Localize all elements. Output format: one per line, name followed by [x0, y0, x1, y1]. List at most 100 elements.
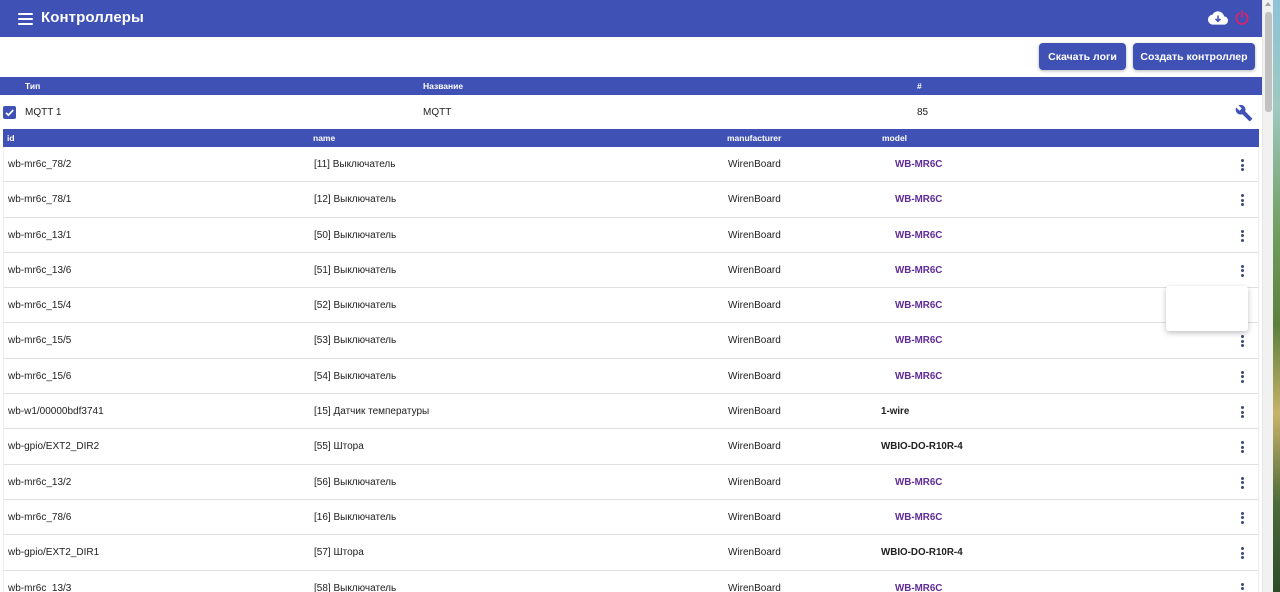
device-model[interactable]: WB-MR6C: [895, 371, 942, 382]
more-vert-icon[interactable]: [1238, 475, 1246, 491]
cloud-icon[interactable]: [1208, 10, 1228, 26]
download-logs-button[interactable]: Скачать логи: [1039, 43, 1126, 70]
row-actions-menu[interactable]: [1166, 286, 1248, 331]
device-name: [53] Выключатель: [314, 335, 397, 347]
device-id: wb-mr6c_13/1: [8, 229, 72, 241]
table-row[interactable]: wb-mr6c_78/6 [16] Выключатель WirenBoard WB…: [3, 499, 1259, 536]
device-name: [52] Выключатель: [314, 300, 397, 312]
device-id: wb-mr6c_78/6: [8, 511, 72, 523]
table-row[interactable]: wb-mr6c_13/1 [50] Выключатель WirenBoard WB…: [3, 217, 1259, 253]
page-scrollbar[interactable]: [1262, 0, 1273, 592]
device-id: wb-mr6c_15/5: [8, 335, 72, 347]
more-vert-icon[interactable]: [1238, 333, 1246, 349]
scrollbar-thumb[interactable]: [1265, 12, 1272, 112]
more-vert-icon[interactable]: [1238, 369, 1246, 385]
more-vert-icon[interactable]: [1238, 192, 1246, 208]
controller-row[interactable]: MQTT 1 MQTT 85: [0, 95, 1262, 129]
device-manufacturer: WirenBoard: [728, 511, 781, 523]
device-name: [50] Выключатель: [314, 229, 397, 241]
device-manufacturer: WirenBoard: [728, 441, 781, 453]
device-manufacturer: WirenBoard: [728, 476, 781, 488]
more-vert-icon[interactable]: [1238, 157, 1246, 173]
table-row[interactable]: wb-mr6c_78/1 [12] Выключатель WirenBoard WB…: [3, 182, 1259, 218]
table-row[interactable]: wb-mr6c_15/6 [54] Выключатель WirenBoard WB…: [3, 358, 1259, 395]
device-name: [16] Выключатель: [314, 511, 397, 523]
table-row[interactable]: wb-mr6c_13/3 [58] Выключатель WirenBoard WB…: [3, 570, 1259, 592]
more-vert-icon[interactable]: [1238, 228, 1246, 244]
device-id: wb-mr6c_13/6: [8, 264, 72, 276]
page-title: Контроллеры: [41, 9, 144, 26]
column-header-name: Название: [423, 81, 464, 91]
controller-type: MQTT 1: [25, 107, 62, 118]
device-model[interactable]: WB-MR6C: [895, 159, 942, 170]
device-model: WBIO-DO-R10R-4: [881, 547, 963, 559]
device-name: [51] Выключатель: [314, 264, 397, 276]
more-vert-icon[interactable]: [1238, 510, 1246, 526]
device-model[interactable]: WB-MR6C: [895, 230, 942, 241]
device-id: wb-w1/00000bdf3741: [8, 406, 104, 418]
more-vert-icon[interactable]: [1238, 581, 1246, 592]
top-app-bar: Контроллеры: [0, 0, 1262, 37]
wrench-icon[interactable]: [1235, 104, 1253, 122]
more-vert-icon[interactable]: [1238, 263, 1246, 279]
device-manufacturer: WirenBoard: [728, 300, 781, 312]
device-id: wb-mr6c_15/6: [8, 370, 72, 382]
controller-checkbox[interactable]: [3, 106, 16, 119]
table-row[interactable]: wb-gpio/EXT2_DIR1 [57] Штора WirenBoard WBI…: [3, 535, 1259, 571]
more-vert-icon[interactable]: [1238, 545, 1246, 561]
desktop-background: [1273, 0, 1280, 592]
table-row[interactable]: wb-mr6c_15/4 [52] Выключатель WirenBoard WB…: [3, 288, 1259, 324]
device-name: [55] Штора: [314, 441, 364, 453]
device-name: [12] Выключатель: [314, 194, 397, 206]
more-vert-icon[interactable]: [1238, 439, 1246, 455]
device-manufacturer: WirenBoard: [728, 264, 781, 276]
table-row[interactable]: wb-gpio/EXT2_DIR2 [55] Штора WirenBoard WBI…: [3, 429, 1259, 465]
device-model[interactable]: WB-MR6C: [895, 335, 942, 346]
device-manufacturer: WirenBoard: [728, 547, 781, 559]
column-header-manufacturer: manufacturer: [727, 133, 782, 143]
column-header-device-name: name: [313, 133, 336, 143]
column-header-model: model: [882, 133, 908, 143]
table-row[interactable]: wb-w1/00000bdf3741 [15] Датчик температур…: [3, 394, 1259, 430]
device-name: [57] Штора: [314, 547, 364, 559]
create-controller-button[interactable]: Создать контроллер: [1133, 43, 1255, 70]
table-row[interactable]: wb-mr6c_13/6 [51] Выключатель WirenBoard WB…: [3, 252, 1259, 289]
device-manufacturer: WirenBoard: [728, 406, 781, 418]
device-model: WBIO-DO-R10R-4: [881, 441, 963, 453]
menu-icon[interactable]: [18, 11, 33, 25]
device-model[interactable]: WB-MR6C: [895, 512, 942, 523]
device-name: [11] Выключатель: [314, 159, 396, 170]
device-model[interactable]: WB-MR6C: [895, 300, 942, 311]
column-header-id: id: [7, 133, 15, 143]
device-id: wb-mr6c_13/3: [8, 582, 72, 592]
table-row[interactable]: wb-mr6c_78/2 [11] Выключатель WirenBoard WB…: [3, 147, 1259, 183]
device-id: wb-mr6c_15/4: [8, 300, 72, 312]
table-row[interactable]: wb-mr6c_13/2 [56] Выключатель WirenBoard WB…: [3, 464, 1259, 500]
device-model[interactable]: WB-MR6C: [895, 477, 942, 488]
device-id: wb-mr6c_13/2: [8, 476, 72, 488]
device-id: wb-mr6c_78/2: [8, 159, 72, 170]
power-icon[interactable]: [1234, 10, 1250, 26]
scroll-up-arrow-icon[interactable]: [1265, 2, 1271, 6]
devices-table-header: id name manufacturer model: [3, 129, 1259, 147]
devices-table-body: wb-mr6c_78/2 [11] Выключатель WirenBoard WB…: [3, 147, 1259, 592]
device-model: 1-wire: [881, 406, 910, 418]
controller-number: 85: [917, 107, 929, 118]
device-manufacturer: WirenBoard: [728, 582, 781, 592]
device-id: wb-mr6c_78/1: [8, 194, 72, 206]
device-model[interactable]: WB-MR6C: [895, 583, 942, 592]
device-manufacturer: WirenBoard: [728, 194, 781, 206]
device-name: [54] Выключатель: [314, 370, 397, 382]
column-header-number: #: [917, 81, 922, 91]
device-manufacturer: WirenBoard: [728, 159, 781, 170]
controller-name: MQTT: [423, 107, 452, 118]
device-model[interactable]: WB-MR6C: [895, 265, 942, 276]
more-vert-icon[interactable]: [1238, 404, 1246, 420]
device-id: wb-gpio/EXT2_DIR1: [8, 547, 100, 559]
column-header-type: Тип: [25, 81, 41, 91]
device-model[interactable]: WB-MR6C: [895, 194, 942, 205]
table-row[interactable]: wb-mr6c_15/5 [53] Выключатель WirenBoard WB…: [3, 323, 1259, 359]
device-name: [56] Выключатель: [314, 476, 397, 488]
app-window: Контроллеры Скачать логи Создать контрол…: [0, 0, 1262, 592]
device-name: [58] Выключатель: [314, 582, 397, 592]
